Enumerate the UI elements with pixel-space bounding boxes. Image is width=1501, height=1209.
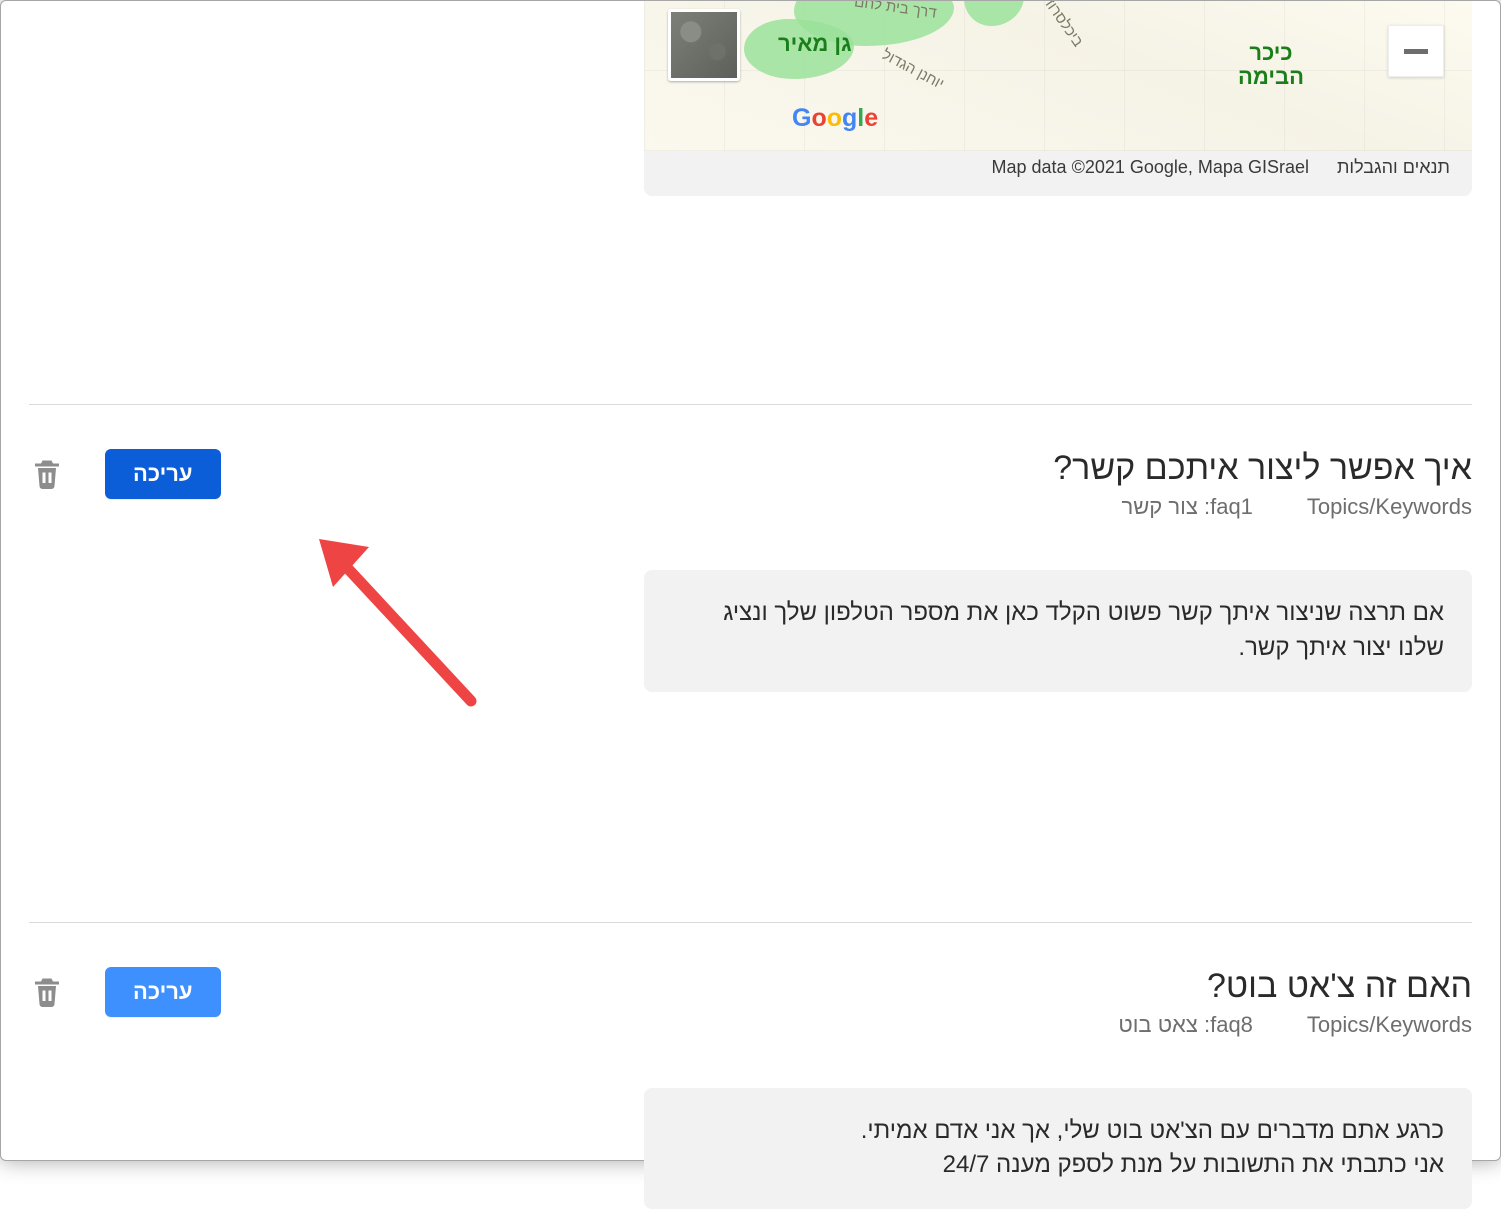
faq-item: עריכה איך אפשר ליצור איתכם קשר? faq1: צו…	[29, 405, 1472, 692]
edit-button[interactable]: עריכה	[105, 967, 221, 1017]
road-label: ביכלסרוד	[1039, 1, 1086, 50]
trash-icon	[29, 454, 65, 494]
delete-button[interactable]	[29, 972, 65, 1012]
road-label: יוחנן הגדול	[879, 46, 947, 93]
minus-icon	[1404, 49, 1428, 54]
park-shape	[964, 1, 1024, 26]
google-logo: Google	[792, 107, 878, 133]
zoom-out-button[interactable]	[1388, 25, 1444, 77]
faq-keyword: faq8: צאט בוט	[1118, 1012, 1253, 1038]
faq-keyword: faq1: צור קשר	[1122, 494, 1253, 520]
faq-answer: אם תרצה שניצור איתך קשר פשוט הקלד כאן את…	[644, 570, 1472, 692]
satellite-toggle[interactable]	[668, 9, 740, 81]
keywords-label: Topics/Keywords	[1307, 494, 1472, 520]
delete-button[interactable]	[29, 454, 65, 494]
edit-button[interactable]: עריכה	[105, 449, 221, 499]
trash-icon	[29, 972, 65, 1012]
faq-title: האם זה צ'אט בוט?	[29, 967, 1472, 1006]
map-terms-link[interactable]: תנאים והגבלות	[1337, 157, 1450, 178]
map-frame[interactable]: גן מאיר כיכרהבימה דרך בית לחם יוחנן הגדו…	[644, 1, 1472, 151]
map-card: גן מאיר כיכרהבימה דרך בית לחם יוחנן הגדו…	[644, 1, 1472, 196]
faq-answer: כרגע אתם מדברים עם הצ'אט בוט שלי, אך אני…	[644, 1088, 1472, 1209]
faq-item: עריכה האם זה צ'אט בוט? faq8: צאט בוט Top…	[29, 923, 1472, 1209]
map-attribution: Map data ©2021 Google, Mapa GISrael	[992, 157, 1309, 178]
keywords-label: Topics/Keywords	[1307, 1012, 1472, 1038]
place-label: כיכרהבימה	[1238, 41, 1304, 89]
park-label: גן מאיר	[778, 31, 852, 57]
faq-title: איך אפשר ליצור איתכם קשר?	[29, 449, 1472, 488]
